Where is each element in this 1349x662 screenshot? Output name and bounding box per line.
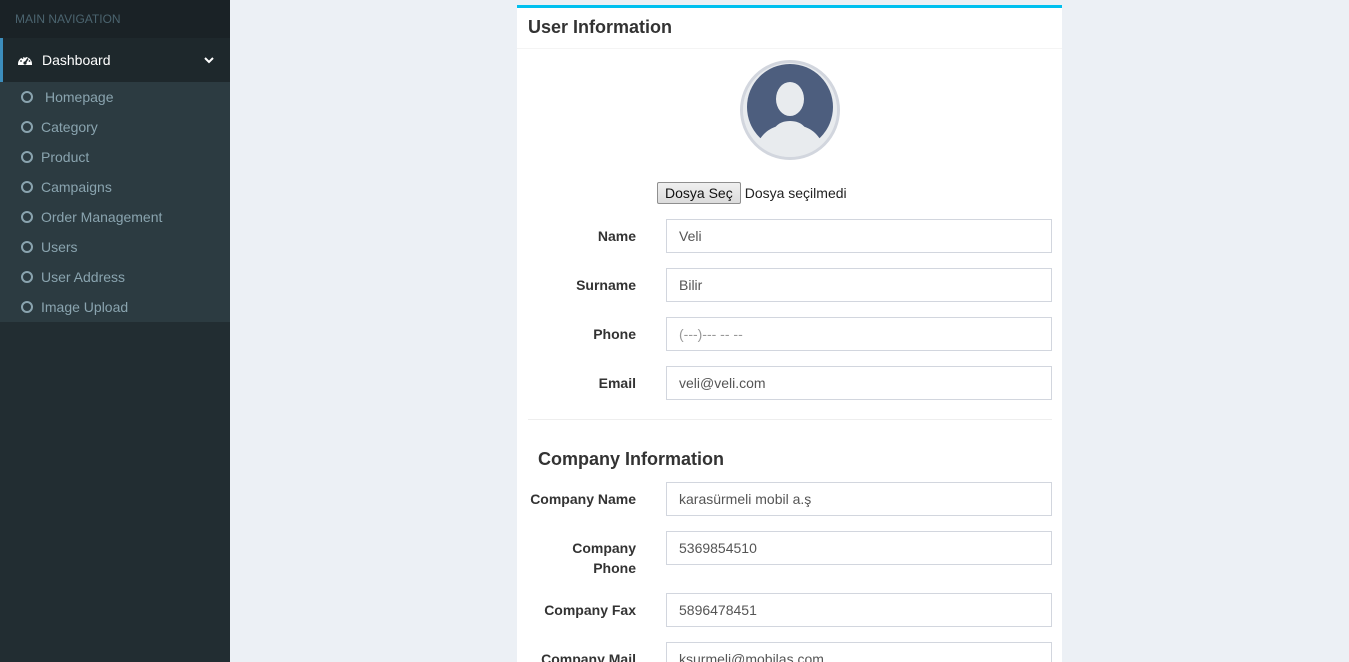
company-section-title: Company Information: [538, 449, 725, 469]
surname-label: Surname: [576, 277, 636, 293]
card-header: User Information: [517, 8, 1062, 49]
circle-icon: [21, 121, 33, 133]
name-input[interactable]: [666, 219, 1052, 253]
sidebar-item-label: Image Upload: [41, 299, 129, 315]
avatar-file-picker: Dosya Seç Dosya seçilmedi: [657, 182, 847, 204]
nav-header: MAIN NAVIGATION: [0, 0, 230, 38]
sidebar-item-label: User Address: [41, 269, 126, 285]
company-fax-label: Company Fax: [544, 602, 636, 618]
sidebar-item-label: Product: [41, 149, 90, 165]
company-fax-input[interactable]: [666, 593, 1052, 627]
company-mail-label: Company Mail: [541, 651, 636, 662]
sidebar-item-category[interactable]: Category: [0, 112, 230, 142]
company-name-label: Company Name: [530, 491, 636, 507]
dashboard-icon: [17, 52, 33, 68]
user-information-card: User Information Dosya Seç Dosya seçilme…: [517, 5, 1062, 662]
circle-icon: [21, 301, 33, 313]
circle-icon: [21, 271, 33, 283]
company-mail-input[interactable]: [666, 642, 1052, 662]
sidebar-item-image-upload[interactable]: Image Upload: [0, 292, 230, 322]
sidebar-item-users[interactable]: Users: [0, 232, 230, 262]
surname-input[interactable]: [666, 268, 1052, 302]
phone-label: Phone: [593, 326, 636, 342]
file-status-text: Dosya seçilmedi: [744, 185, 847, 201]
dashboard-submenu: Homepage Category Product Campaigns Orde…: [0, 82, 230, 322]
sidebar-item-label: Dashboard: [42, 52, 111, 68]
sidebar-item-dashboard[interactable]: Dashboard: [0, 38, 230, 82]
sidebar-item-label: Homepage: [45, 89, 114, 105]
circle-icon: [21, 241, 33, 253]
sidebar-item-homepage[interactable]: Homepage: [0, 82, 230, 112]
company-phone-input[interactable]: [666, 531, 1052, 565]
sidebar-item-campaigns[interactable]: Campaigns: [0, 172, 230, 202]
circle-icon: [21, 181, 33, 193]
email-label: Email: [598, 375, 636, 391]
sidebar-item-order-management[interactable]: Order Management: [0, 202, 230, 232]
sidebar-item-label: Users: [41, 239, 78, 255]
section-divider: [528, 419, 1052, 420]
sidebar-item-label: Order Management: [41, 209, 163, 225]
sidebar-item-user-address[interactable]: User Address: [0, 262, 230, 292]
company-name-input[interactable]: [666, 482, 1052, 516]
circle-icon: [21, 211, 33, 223]
card-title: User Information: [528, 17, 673, 37]
company-phone-label: Company Phone: [572, 540, 636, 576]
sidebar: MAIN NAVIGATION Dashboard Homepage Categ…: [0, 0, 230, 662]
circle-icon: [21, 151, 33, 163]
email-input[interactable]: [666, 366, 1052, 400]
choose-file-button[interactable]: Dosya Seç: [657, 182, 741, 204]
user-avatar: [740, 60, 840, 160]
sidebar-item-label: Category: [41, 119, 98, 135]
name-label: Name: [597, 228, 636, 244]
circle-icon: [21, 91, 33, 103]
chevron-down-icon: [202, 53, 216, 67]
sidebar-item-label: Campaigns: [41, 179, 112, 195]
phone-input[interactable]: [666, 317, 1052, 351]
sidebar-item-product[interactable]: Product: [0, 142, 230, 172]
